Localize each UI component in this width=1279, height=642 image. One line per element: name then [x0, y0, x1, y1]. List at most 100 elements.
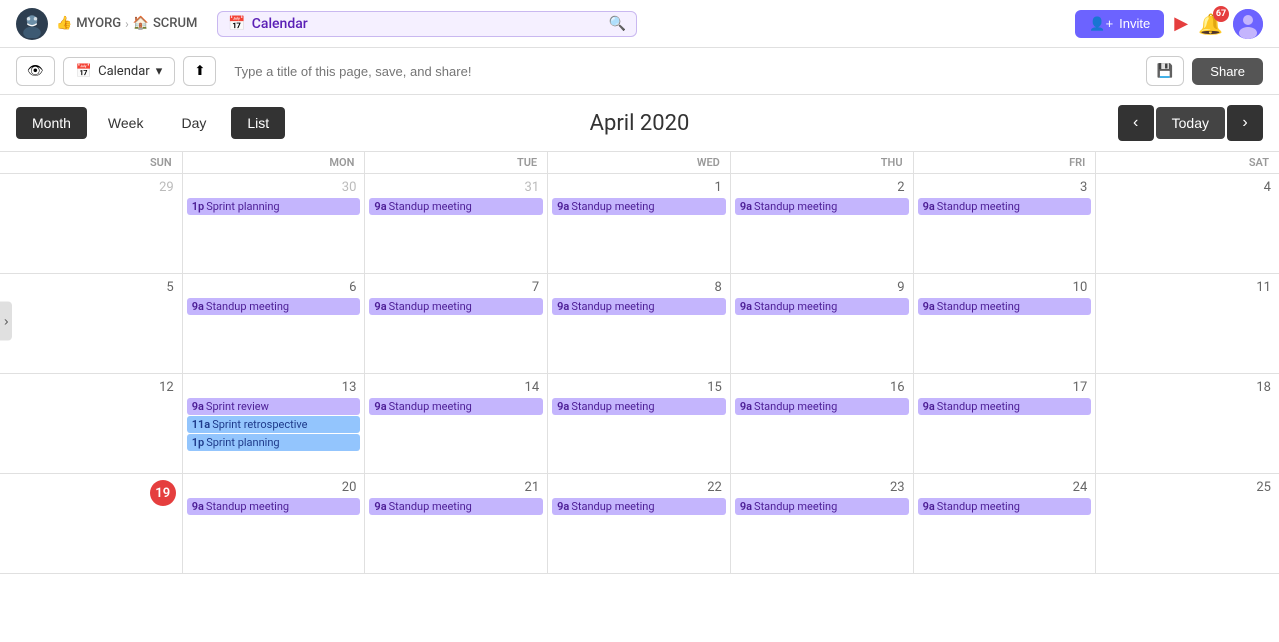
breadcrumb-separator: ›	[125, 17, 129, 31]
calendar-event[interactable]: 11aSprint retrospective	[187, 416, 361, 433]
breadcrumb-org[interactable]: 👍 MYORG	[56, 16, 121, 31]
youtube-icon[interactable]: ▶	[1174, 13, 1188, 34]
calendar-cell[interactable]: 219aStandup meeting	[365, 474, 548, 574]
calendar-cell[interactable]: 12	[0, 374, 183, 474]
calendar-event[interactable]: 9aStandup meeting	[735, 398, 909, 415]
event-label: Standup meeting	[754, 200, 837, 213]
calendar-event[interactable]: 9aStandup meeting	[552, 298, 726, 315]
calendar-cell[interactable]: 169aStandup meeting	[731, 374, 914, 474]
list-view-button[interactable]: List	[231, 107, 285, 139]
calendar-event[interactable]: 9aStandup meeting	[735, 298, 909, 315]
notifications-button[interactable]: 🔔 67	[1198, 12, 1223, 36]
share-button[interactable]: Share	[1192, 58, 1263, 85]
calendar-cell[interactable]: 89aStandup meeting	[548, 274, 731, 374]
calendar-cell[interactable]: 249aStandup meeting	[914, 474, 1097, 574]
calendar-cell[interactable]: 99aStandup meeting	[731, 274, 914, 374]
invite-button[interactable]: 👤+ Invite	[1075, 10, 1164, 38]
calendar-event[interactable]: 9aStandup meeting	[918, 498, 1092, 515]
event-time: 9a	[192, 500, 204, 513]
eye-icon: 👁	[27, 63, 44, 79]
event-label: Sprint retrospective	[212, 418, 307, 431]
calendar-event[interactable]: 9aStandup meeting	[918, 298, 1092, 315]
event-label: Standup meeting	[937, 300, 1020, 313]
cell-date: 7	[365, 278, 547, 297]
calendar-cell[interactable]: 39aStandup meeting	[914, 174, 1097, 274]
calendar-dropdown[interactable]: 📅 Calendar ▾	[63, 57, 175, 86]
calendar-cell[interactable]: 69aStandup meeting	[183, 274, 366, 374]
event-time: 1p	[192, 436, 204, 449]
month-title: April 2020	[590, 111, 690, 136]
cell-date: 14	[365, 378, 547, 397]
calendar-cell[interactable]: 4	[1096, 174, 1279, 274]
calendar-cell[interactable]: 179aStandup meeting	[914, 374, 1097, 474]
calendar-cell[interactable]: 239aStandup meeting	[731, 474, 914, 574]
breadcrumb-scrum[interactable]: 🏠 SCRUM	[133, 16, 198, 31]
cell-date: 6	[183, 278, 365, 297]
calendar-grid: 29301pSprint planning319aStandup meeting…	[0, 174, 1279, 574]
top-search-bar[interactable]: 📅 Calendar 🔍	[217, 11, 637, 37]
event-label: Standup meeting	[571, 300, 654, 313]
calendar-event[interactable]: 9aStandup meeting	[369, 198, 543, 215]
week-view-button[interactable]: Week	[91, 106, 161, 140]
calendar-cell[interactable]: 229aStandup meeting	[548, 474, 731, 574]
calendar-cell[interactable]: 19	[0, 474, 183, 574]
calendar-cell[interactable]: 29aStandup meeting	[731, 174, 914, 274]
calendar-event[interactable]: 1pSprint planning	[187, 434, 361, 451]
event-time: 9a	[740, 500, 752, 513]
cell-date: 24	[914, 478, 1096, 497]
event-time: 9a	[923, 500, 935, 513]
calendar-dropdown-icon: 📅	[76, 64, 92, 79]
invite-icon: 👤+	[1089, 16, 1113, 32]
cell-date: 23	[731, 478, 913, 497]
calendar-event[interactable]: 9aStandup meeting	[187, 298, 361, 315]
save-button[interactable]: 💾	[1146, 56, 1185, 86]
calendar-event[interactable]: 9aStandup meeting	[369, 298, 543, 315]
calendar-cell[interactable]: 11	[1096, 274, 1279, 374]
calendar-cell[interactable]: 109aStandup meeting	[914, 274, 1097, 374]
calendar-event[interactable]: 9aStandup meeting	[187, 498, 361, 515]
event-time: 11a	[192, 418, 210, 431]
prev-month-button[interactable]: ‹	[1118, 105, 1154, 141]
calendar-event[interactable]: 9aSprint review	[187, 398, 361, 415]
calendar-event[interactable]: 9aStandup meeting	[369, 498, 543, 515]
next-month-button[interactable]: ›	[1227, 105, 1263, 141]
user-avatar[interactable]	[1233, 9, 1263, 39]
calendar-event[interactable]: 9aStandup meeting	[552, 398, 726, 415]
calendar-event[interactable]: 9aStandup meeting	[552, 498, 726, 515]
calendar-event[interactable]: 9aStandup meeting	[918, 398, 1092, 415]
search-icon[interactable]: 🔍	[609, 16, 626, 32]
calendar-cell[interactable]: 18	[1096, 374, 1279, 474]
calendar-cell[interactable]: 29	[0, 174, 183, 274]
day-view-button[interactable]: Day	[164, 106, 223, 140]
calendar-cell[interactable]: 5	[0, 274, 183, 374]
calendar-cell[interactable]: 159aStandup meeting	[548, 374, 731, 474]
calendar-cell[interactable]: 301pSprint planning	[183, 174, 366, 274]
event-label: Standup meeting	[754, 300, 837, 313]
calendar-event[interactable]: 1pSprint planning	[187, 198, 361, 215]
event-time: 9a	[740, 400, 752, 413]
export-button[interactable]: ⬆	[183, 56, 216, 86]
event-time: 9a	[557, 200, 569, 213]
event-label: Sprint planning	[206, 200, 279, 213]
calendar-cell[interactable]: 319aStandup meeting	[365, 174, 548, 274]
visibility-button[interactable]: 👁	[16, 56, 55, 86]
calendar-event[interactable]: 9aStandup meeting	[918, 198, 1092, 215]
month-view-button[interactable]: Month	[16, 107, 87, 139]
day-header-tue: TUE	[365, 152, 548, 173]
page-title-input[interactable]	[224, 58, 1137, 85]
calendar-cell[interactable]: 139aSprint review11aSprint retrospective…	[183, 374, 366, 474]
cell-date: 12	[0, 378, 182, 397]
calendar-event[interactable]: 9aStandup meeting	[369, 398, 543, 415]
today-button[interactable]: Today	[1156, 107, 1225, 139]
cell-date: 22	[548, 478, 730, 497]
calendar-cell[interactable]: 79aStandup meeting	[365, 274, 548, 374]
event-time: 9a	[557, 400, 569, 413]
calendar-cell[interactable]: 25	[1096, 474, 1279, 574]
event-label: Sprint review	[206, 400, 269, 413]
calendar-event[interactable]: 9aStandup meeting	[735, 198, 909, 215]
calendar-cell[interactable]: 19aStandup meeting	[548, 174, 731, 274]
calendar-cell[interactable]: 149aStandup meeting	[365, 374, 548, 474]
calendar-event[interactable]: 9aStandup meeting	[552, 198, 726, 215]
calendar-cell[interactable]: 209aStandup meeting	[183, 474, 366, 574]
calendar-event[interactable]: 9aStandup meeting	[735, 498, 909, 515]
